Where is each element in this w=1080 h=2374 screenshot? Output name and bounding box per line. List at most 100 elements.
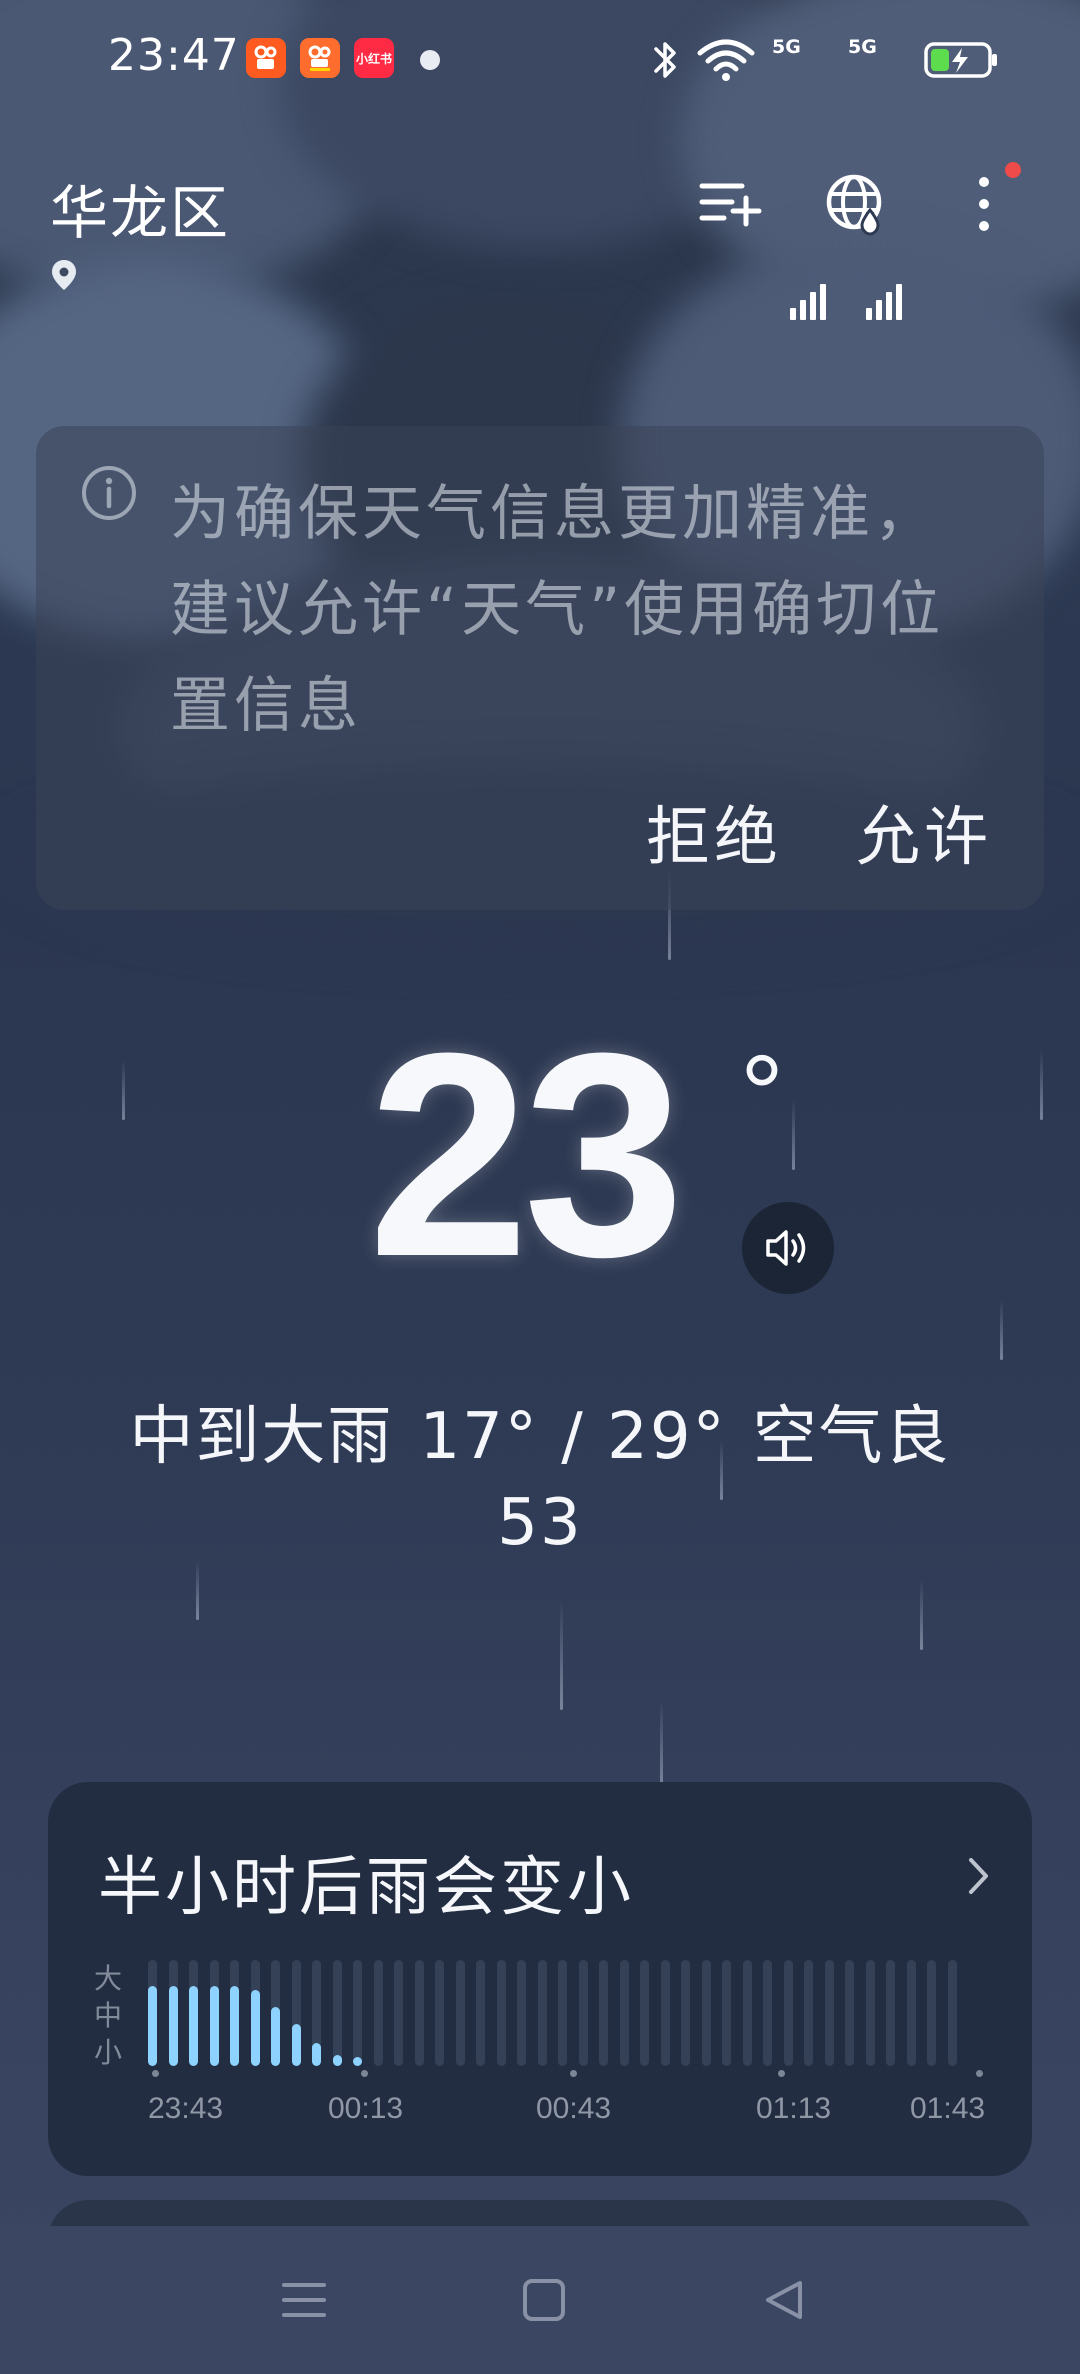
deny-button[interactable]: 拒绝	[646, 786, 782, 878]
rain-bar	[251, 1990, 260, 2066]
info-icon	[80, 464, 138, 526]
rain-bar-track	[476, 1960, 485, 2066]
rain-bar-track	[825, 1960, 834, 2066]
intensity-heavy-label: 大	[94, 1962, 123, 1995]
chevron-right-icon[interactable]	[966, 1854, 992, 1902]
voice-broadcast-button[interactable]	[742, 1202, 834, 1294]
temperature-range: 17° / 29°	[419, 1400, 727, 1474]
rain-bar-track	[497, 1960, 506, 2066]
time-label-4: 01:13	[756, 2092, 832, 2125]
more-options-button[interactable]	[948, 168, 1020, 240]
time-label-3: 00:43	[536, 2092, 612, 2125]
menu-icon	[282, 2283, 326, 2317]
status-bar: 23:47 小红书 5G 5G	[0, 0, 1080, 320]
rain-forecast-card[interactable]: 半小时后雨会变小 大 中 小 23:43 00:13 00:43 01:13 0…	[48, 1782, 1032, 2176]
cellular-signal-2-icon: 5G	[848, 36, 908, 320]
rain-bar	[271, 2007, 280, 2066]
rain-bar-track	[681, 1960, 690, 2066]
rain-bar	[210, 1986, 219, 2066]
battery-charging-icon	[924, 42, 997, 78]
current-temperature: 23	[368, 993, 685, 1317]
time-label-2: 00:13	[328, 2092, 404, 2125]
rain-forecast-title: 半小时后雨会变小	[98, 1851, 634, 1925]
rain-bar-track	[579, 1960, 588, 2066]
rain-bar-track	[866, 1960, 875, 2066]
rain-bar-track	[702, 1960, 711, 2066]
rain-bar	[148, 1986, 157, 2066]
time-tick	[778, 2070, 785, 2077]
rain-bar-track	[640, 1960, 649, 2066]
rain-bar-track	[435, 1960, 444, 2066]
rain-bar-track	[763, 1960, 772, 2066]
rain-bar	[333, 2055, 342, 2066]
rain-bar-track	[333, 1960, 342, 2066]
rain-bar-track	[456, 1960, 465, 2066]
home-button[interactable]	[508, 2270, 580, 2330]
air-quality-label: 空气良	[752, 1400, 951, 1474]
rain-bar-track	[804, 1960, 813, 2066]
back-icon	[766, 2281, 802, 2319]
rain-bar	[353, 2057, 362, 2066]
more-notifications-dot	[420, 50, 440, 70]
rain-bar	[230, 1986, 239, 2066]
weather-summary[interactable]: 中到大雨 17° / 29° 空气良 53	[100, 1394, 980, 1566]
intensity-medium-label: 中	[94, 1999, 123, 2032]
rain-bar-track	[927, 1960, 936, 2066]
rain-bar-track	[517, 1960, 526, 2066]
rain-bar-track	[538, 1960, 547, 2066]
allow-button[interactable]: 允许	[856, 786, 992, 878]
location-title[interactable]: 华龙区	[50, 166, 230, 250]
rain-bar-track	[620, 1960, 629, 2066]
rain-bar-track	[353, 1960, 362, 2066]
rain-bar-track	[374, 1960, 383, 2066]
rain-bar-track	[599, 1960, 608, 2066]
weather-condition: 中到大雨	[129, 1400, 394, 1474]
time-tick	[570, 2070, 577, 2077]
kuaishou-icon	[246, 38, 286, 78]
rain-bar	[169, 1986, 178, 2066]
rain-bar-track	[784, 1960, 793, 2066]
status-icons: 5G 5G	[650, 34, 1000, 320]
rain-intensity-chart	[148, 1960, 968, 2066]
time-label-5: 01:43	[910, 2092, 986, 2125]
time-tick	[152, 2070, 159, 2077]
rain-bar-track	[722, 1960, 731, 2066]
rain-bar-track	[743, 1960, 752, 2066]
kuaishou-speed-icon	[300, 38, 340, 78]
time-tick	[976, 2070, 983, 2077]
wifi-icon	[697, 39, 755, 81]
rain-bar-track	[661, 1960, 670, 2066]
notification-dot	[1005, 162, 1021, 178]
location-permission-card: 为确保天气信息更加精准，建议允许“天气”使用确切位置信息 拒绝 允许	[36, 426, 1044, 910]
time-label-1: 23:43	[148, 2092, 224, 2125]
permission-message: 为确保天气信息更加精准，建议允许“天气”使用确切位置信息	[170, 479, 945, 741]
air-quality-value: 53	[497, 1486, 583, 1560]
cellular-signal-1-icon: 5G	[772, 36, 832, 320]
rain-bar-track	[558, 1960, 567, 2066]
rain-bar	[292, 2024, 301, 2066]
intensity-axis: 大 中 小	[94, 1960, 122, 2071]
bluetooth-icon	[654, 42, 676, 78]
xiaohongshu-label: 小红书	[355, 51, 392, 66]
rain-bar-track	[907, 1960, 916, 2066]
rain-bar-track	[845, 1960, 854, 2066]
time-tick	[361, 2070, 368, 2077]
xiaohongshu-icon: 小红书	[354, 38, 394, 78]
add-city-button[interactable]	[694, 168, 766, 240]
rain-bar	[189, 1986, 198, 2066]
location-pin-icon	[50, 258, 78, 296]
home-icon	[523, 2279, 565, 2321]
weather-globe-button[interactable]	[820, 168, 892, 240]
recent-apps-button[interactable]	[268, 2270, 340, 2330]
intensity-light-label: 小	[94, 2036, 123, 2069]
rain-bar-track	[886, 1960, 895, 2066]
rain-bar	[312, 2043, 321, 2066]
more-options-icon	[979, 177, 989, 231]
back-button[interactable]	[748, 2270, 820, 2330]
add-city-icon	[699, 183, 762, 227]
rain-bar-track	[948, 1960, 957, 2066]
status-time: 23:47	[108, 30, 240, 81]
speaker-icon	[766, 1230, 806, 1266]
globe-rain-icon	[826, 174, 882, 236]
rain-bar-track	[394, 1960, 403, 2066]
